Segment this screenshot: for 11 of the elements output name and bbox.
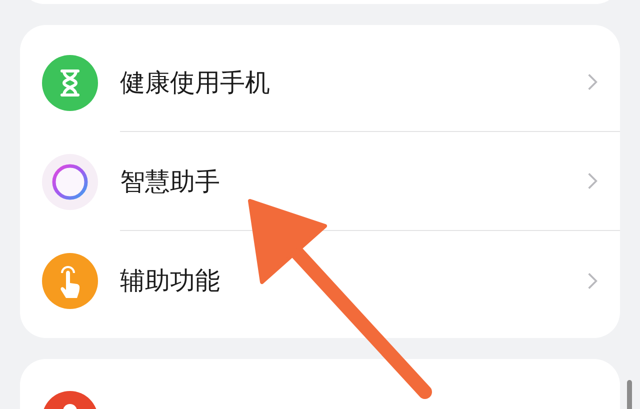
row-label: 辅助功能	[120, 265, 220, 297]
chevron-right-icon	[587, 171, 598, 191]
row-label: 智慧助手	[120, 166, 220, 198]
chevron-right-icon	[587, 72, 598, 92]
hourglass-icon	[42, 54, 98, 110]
hand-pointer-icon	[42, 252, 98, 308]
ring-icon	[42, 154, 98, 210]
chevron-right-icon	[587, 270, 598, 290]
settings-row[interactable]: 健康使用手机	[20, 33, 620, 132]
scrollbar	[627, 380, 632, 409]
row-label: 健康使用手机	[120, 66, 270, 98]
